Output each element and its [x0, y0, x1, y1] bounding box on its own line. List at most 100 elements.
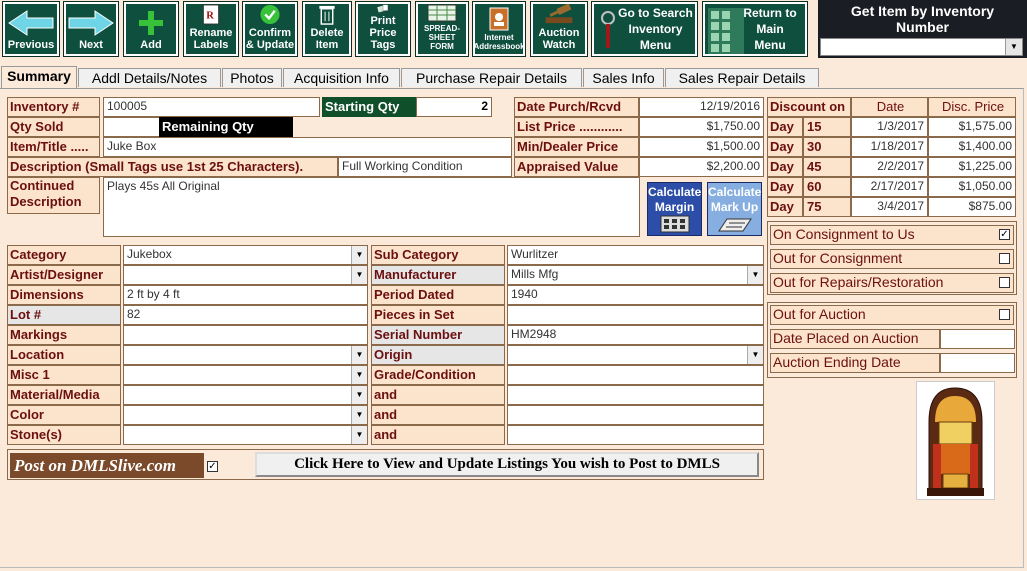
out-auction-checkbox[interactable] — [999, 309, 1010, 320]
disc-price-field[interactable]: $1,050.00 — [928, 177, 1016, 197]
details_right-field[interactable] — [507, 425, 764, 445]
inventory-field[interactable]: 100005 — [103, 97, 320, 117]
details_left-label: Location — [7, 345, 121, 365]
add-button[interactable]: Add — [123, 1, 179, 57]
disc-date-field[interactable]: 1/3/2017 — [851, 117, 928, 137]
day-field[interactable]: 60 — [803, 177, 851, 197]
out-consignment-checkbox[interactable] — [999, 253, 1010, 264]
details_left-field[interactable]: ▼ — [123, 265, 368, 285]
details_left-field[interactable]: ▼ — [123, 385, 368, 405]
disc-price-field[interactable]: $1,400.00 — [928, 137, 1016, 157]
details_left-field[interactable]: ▼ — [123, 345, 368, 365]
disc-date-field[interactable]: 3/4/2017 — [851, 197, 928, 217]
min-dealer-field[interactable]: $1,500.00 — [639, 137, 764, 157]
details_right-field[interactable] — [507, 385, 764, 405]
return-main-menu-button[interactable]: Return to Main Menu — [702, 1, 808, 57]
disc-date-field[interactable]: 2/17/2017 — [851, 177, 928, 197]
details_left-field[interactable]: 2 ft by 4 ft — [123, 285, 368, 305]
list-price-label: List Price ............ — [514, 117, 639, 137]
appraised-field[interactable]: $2,200.00 — [639, 157, 764, 177]
calculate-markup-button[interactable]: Calculate Mark Up — [707, 182, 762, 236]
calc-markup-label-1: Calculate — [708, 185, 762, 199]
details_right-field[interactable] — [507, 365, 764, 385]
confirm-update-button[interactable]: Confirm & Update — [242, 1, 298, 57]
item-title-label: Item/Title ..... — [7, 137, 100, 157]
auction-watch-button[interactable]: Auction Watch — [530, 1, 588, 57]
details_right-field[interactable] — [507, 305, 764, 325]
chevron-down-icon[interactable]: ▼ — [747, 266, 763, 284]
delete-item-button[interactable]: Delete Item — [302, 1, 352, 57]
details_right-field[interactable]: Mills Mfg ▼ — [507, 265, 764, 285]
spreadsheet-form-button[interactable]: SPREAD- SHEET FORM — [415, 1, 469, 57]
ending-date-label: Auction Ending Date — [770, 353, 940, 373]
details_right-field[interactable]: Wurlitzer — [507, 245, 764, 265]
tab-photos[interactable]: Photos — [222, 68, 282, 87]
disc-price-field[interactable]: $875.00 — [928, 197, 1016, 217]
details_left-field[interactable]: Jukebox ▼ — [123, 245, 368, 265]
details_right-field[interactable]: 1940 — [507, 285, 764, 305]
calculate-margin-button[interactable]: Calculate Margin — [647, 182, 702, 236]
disc-price-field[interactable]: $1,225.00 — [928, 157, 1016, 177]
tab-purchase-repair[interactable]: Purchase Repair Details — [401, 68, 582, 87]
details_right-field[interactable]: ▼ — [507, 345, 764, 365]
chevron-down-icon[interactable]: ▼ — [351, 346, 367, 364]
previous-button[interactable]: Previous — [2, 1, 60, 57]
date-placed-field[interactable] — [940, 329, 1015, 349]
get-item-select[interactable]: ▼ — [820, 38, 1023, 56]
chevron-down-icon[interactable]: ▼ — [351, 426, 367, 444]
details_left-label: Color — [7, 405, 121, 425]
next-button[interactable]: Next — [63, 1, 119, 57]
chevron-down-icon[interactable]: ▼ — [351, 366, 367, 384]
on-consignment-checkbox[interactable]: ✓ — [999, 229, 1010, 240]
item-title-field[interactable]: Juke Box — [103, 137, 512, 157]
chevron-down-icon[interactable]: ▼ — [1005, 39, 1022, 55]
details_right-field[interactable] — [507, 405, 764, 425]
tab-addl-details[interactable]: Addl Details/Notes — [78, 68, 221, 87]
disc-date-field[interactable]: 2/2/2017 — [851, 157, 928, 177]
details_left-field[interactable] — [123, 325, 368, 345]
day-field[interactable]: 30 — [803, 137, 851, 157]
print-price-tags-button[interactable]: Print Price Tags — [355, 1, 411, 57]
item-photo[interactable] — [916, 381, 995, 500]
chevron-down-icon[interactable]: ▼ — [351, 246, 367, 264]
day-field[interactable]: 15 — [803, 117, 851, 137]
disc-date-field[interactable]: 1/18/2017 — [851, 137, 928, 157]
disc-price-field[interactable]: $1,575.00 — [928, 117, 1016, 137]
out-repairs-checkbox[interactable] — [999, 277, 1010, 288]
search-inventory-icon — [601, 11, 615, 48]
chevron-down-icon[interactable]: ▼ — [351, 386, 367, 404]
dmls-post-checkbox[interactable]: ✓ — [207, 461, 218, 472]
ending-date-field[interactable] — [940, 353, 1015, 373]
chevron-down-icon[interactable]: ▼ — [351, 266, 367, 284]
dmls-post-label: Post on DMLSlive.com — [10, 453, 204, 478]
details_right-field[interactable]: HM2948 — [507, 325, 764, 345]
details_left-field[interactable]: ▼ — [123, 405, 368, 425]
details_left-field[interactable]: ▼ — [123, 365, 368, 385]
tab-acquisition-info[interactable]: Acquisition Info — [283, 68, 400, 87]
day-field[interactable]: 75 — [803, 197, 851, 217]
description-field[interactable]: Full Working Condition — [338, 157, 512, 177]
out-consignment-label: Out for Consignment — [770, 249, 1014, 269]
spreadsheet-label-1: SPREAD- — [423, 24, 460, 33]
starting-qty-field[interactable]: 2 — [416, 97, 492, 117]
details_left-field[interactable]: ▼ — [123, 425, 368, 445]
list-price-field[interactable]: $1,750.00 — [639, 117, 764, 137]
print-label-1: Print — [370, 15, 396, 27]
day-field[interactable]: 45 — [803, 157, 851, 177]
tab-sales-info[interactable]: Sales Info — [583, 68, 664, 87]
dmls-listings-button[interactable]: Click Here to View and Update Listings Y… — [255, 452, 759, 477]
details_left-label: Misc 1 — [7, 365, 121, 385]
tab-sales-repair[interactable]: Sales Repair Details — [665, 68, 819, 87]
internet-addressbook-button[interactable]: Internet Addressbook — [472, 1, 526, 57]
go-to-search-button[interactable]: Go to Search Inventory Menu — [591, 1, 698, 57]
continued-description-label: Continued Description — [7, 177, 100, 214]
details_left-label: Material/Media — [7, 385, 121, 405]
chevron-down-icon[interactable]: ▼ — [351, 406, 367, 424]
details_left-field[interactable]: 82 — [123, 305, 368, 325]
qty-sold-field[interactable] — [103, 117, 161, 137]
date-purch-field[interactable]: 12/19/2016 — [639, 97, 764, 117]
tab-summary[interactable]: Summary — [1, 66, 77, 88]
chevron-down-icon[interactable]: ▼ — [747, 346, 763, 364]
continued-description-field[interactable]: Plays 45s All Original — [103, 177, 640, 237]
rename-labels-button[interactable]: R Rename Labels — [183, 1, 239, 57]
